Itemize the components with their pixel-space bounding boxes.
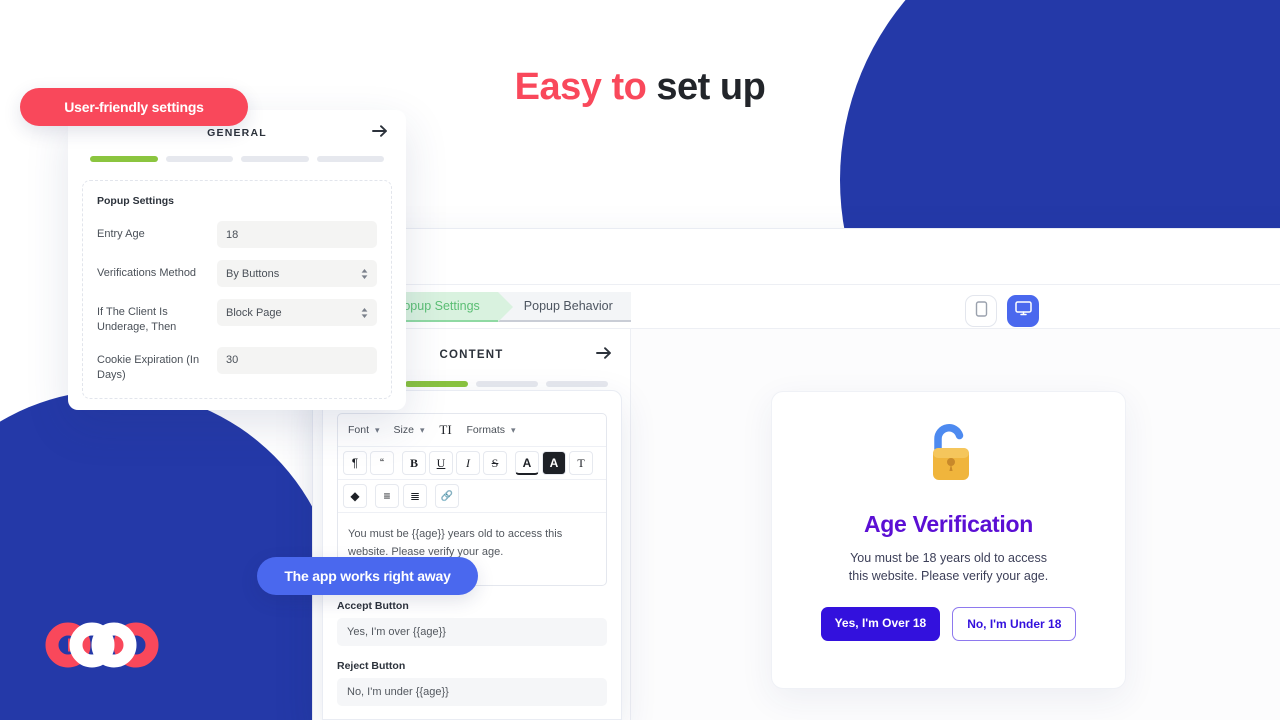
cookie-expiration-value: 30 xyxy=(226,354,239,367)
app-topbar xyxy=(313,229,1280,285)
text-size-icon[interactable]: TI xyxy=(433,418,458,442)
formats-dropdown[interactable]: Formats ▾ xyxy=(462,421,521,439)
unlocked-padlock-icon xyxy=(913,418,985,497)
accept-button-input[interactable]: Yes, I'm over {{age}} xyxy=(337,618,607,646)
clear-format-icon[interactable]: T xyxy=(569,451,593,475)
device-preview-toggle xyxy=(965,295,1039,327)
setting-row-underage-action: If The Client Is Underage, Then Block Pa… xyxy=(97,299,377,335)
bold-icon[interactable]: B xyxy=(402,451,426,475)
entry-age-value: 18 xyxy=(226,228,239,241)
blockquote-icon[interactable]: “ xyxy=(370,451,394,475)
progress-segment xyxy=(165,156,233,162)
color-tools: A A T xyxy=(515,451,593,475)
text-editor-card: Font ▾ Size ▾ TI Formats ▾ ¶ “ B U I S A… xyxy=(322,390,622,720)
page-title-accent: Easy to xyxy=(514,66,647,108)
page-title-dark: set up xyxy=(656,66,766,108)
mobile-preview-button[interactable] xyxy=(965,295,997,327)
editor-toolbar-row-1: Font ▾ Size ▾ TI Formats ▾ xyxy=(338,414,606,447)
italic-icon[interactable]: I xyxy=(456,451,480,475)
progress-segment xyxy=(545,381,608,387)
promo-screenshot: Easy to set up Popup Settings Popup Beha… xyxy=(0,0,1280,720)
strikethrough-icon[interactable]: S xyxy=(483,451,507,475)
popup-accept-button[interactable]: Yes, I'm Over 18 xyxy=(820,607,941,642)
mobile-icon xyxy=(975,300,988,322)
underage-action-value: Block Page xyxy=(226,306,282,319)
formats-dropdown-label: Formats xyxy=(466,424,506,436)
font-dropdown-label: Font xyxy=(348,424,370,436)
editor-toolbar-row-2: ¶ “ B U I S A A T xyxy=(338,447,606,480)
general-step-title: GENERAL xyxy=(207,127,267,139)
popup-title: Age Verification xyxy=(863,511,1034,537)
setting-row-cookie-expiration: Cookie Expiration (In Days) 30 xyxy=(97,346,377,383)
desktop-icon xyxy=(1014,301,1032,321)
editor-toolbar-row-3: ◆ ≡ ≣ 🔗 xyxy=(338,480,606,513)
badge-works-right-away: The app works right away xyxy=(257,557,478,595)
cookie-expiration-label: Cookie Expiration (In Days) xyxy=(97,353,200,381)
entry-age-input[interactable]: 18 xyxy=(217,221,377,248)
stepper-icon xyxy=(361,268,368,280)
block-tools: ¶ “ xyxy=(343,451,394,475)
setting-row-entry-age: Entry Age 18 xyxy=(97,221,377,248)
cookie-expiration-input[interactable]: 30 xyxy=(217,346,377,374)
progress-segment xyxy=(241,156,309,162)
arrow-right-icon[interactable] xyxy=(372,124,388,143)
chevron-down-icon: ▾ xyxy=(375,424,380,435)
popup-reject-button[interactable]: No, I'm Under 18 xyxy=(952,607,1077,642)
content-step-title: CONTENT xyxy=(439,349,504,361)
preview-pane: Age Verification You must be 18 years ol… xyxy=(631,329,1280,720)
stepper-icon xyxy=(361,307,368,319)
align-left-icon[interactable]: ≡ xyxy=(375,484,399,508)
tab-popup-behavior[interactable]: Popup Behavior xyxy=(497,291,631,322)
progress-segment-active xyxy=(90,156,158,162)
ordered-list-icon[interactable]: ≣ xyxy=(403,484,427,508)
size-dropdown[interactable]: Size ▾ xyxy=(389,421,430,439)
underage-action-label: If The Client Is Underage, Then xyxy=(97,306,177,333)
accept-button-label: Accept Button xyxy=(337,600,409,612)
chevron-down-icon: ▾ xyxy=(419,424,425,435)
verification-method-label: Verifications Method xyxy=(97,267,197,279)
inline-tools: B U I S xyxy=(402,451,507,475)
tab-popup-behavior-label: Popup Behavior xyxy=(523,298,613,313)
badge-user-friendly-settings: User-friendly settings xyxy=(20,88,248,126)
size-dropdown-label: Size xyxy=(393,424,414,436)
progress-segment xyxy=(316,156,384,162)
setting-row-verification-method: Verifications Method By Buttons xyxy=(97,260,377,287)
progress-segment xyxy=(475,381,538,387)
reject-button-label: Reject Button xyxy=(337,660,406,672)
paragraph-icon[interactable]: ¶ xyxy=(343,451,367,475)
link-icon[interactable]: 🔗 xyxy=(435,484,459,508)
eraser-icon[interactable]: ◆ xyxy=(343,484,367,508)
verification-method-value: By Buttons xyxy=(226,267,280,280)
tab-popup-settings-label: Popup Settings xyxy=(395,298,480,313)
chevron-down-icon: ▾ xyxy=(511,424,516,435)
desktop-preview-button[interactable] xyxy=(1007,295,1039,327)
entry-age-label: Entry Age xyxy=(97,228,145,240)
arrow-right-icon[interactable] xyxy=(596,346,612,365)
age-verification-popup: Age Verification You must be 18 years ol… xyxy=(771,391,1126,689)
popup-settings-panel: Popup Settings Entry Age 18 Verification… xyxy=(82,180,392,400)
underline-icon[interactable]: U xyxy=(429,451,453,475)
background-color-icon[interactable]: A xyxy=(542,451,566,475)
popup-subtitle: You must be 18 years old to access this … xyxy=(848,551,1049,584)
breadcrumb: Popup Settings Popup Behavior xyxy=(379,291,631,322)
popup-actions: Yes, I'm Over 18 No, I'm Under 18 xyxy=(820,607,1077,642)
background-circle-bottom-left xyxy=(0,390,340,720)
general-settings-card: GENERAL Popup Settings Entry Age 18 Veri… xyxy=(68,110,406,410)
font-dropdown[interactable]: Font ▾ xyxy=(343,421,385,439)
underage-action-select[interactable]: Block Page xyxy=(217,299,377,326)
verification-method-select[interactable]: By Buttons xyxy=(217,260,377,287)
reject-button-input[interactable]: No, I'm under {{age}} xyxy=(337,678,607,706)
gooo-logo xyxy=(40,622,170,668)
general-progress xyxy=(68,156,406,162)
app-tabs-row: Popup Settings Popup Behavior xyxy=(313,285,1280,329)
progress-segment-active xyxy=(405,381,468,387)
popup-settings-title: Popup Settings xyxy=(97,195,174,207)
text-color-icon[interactable]: A xyxy=(515,451,539,475)
